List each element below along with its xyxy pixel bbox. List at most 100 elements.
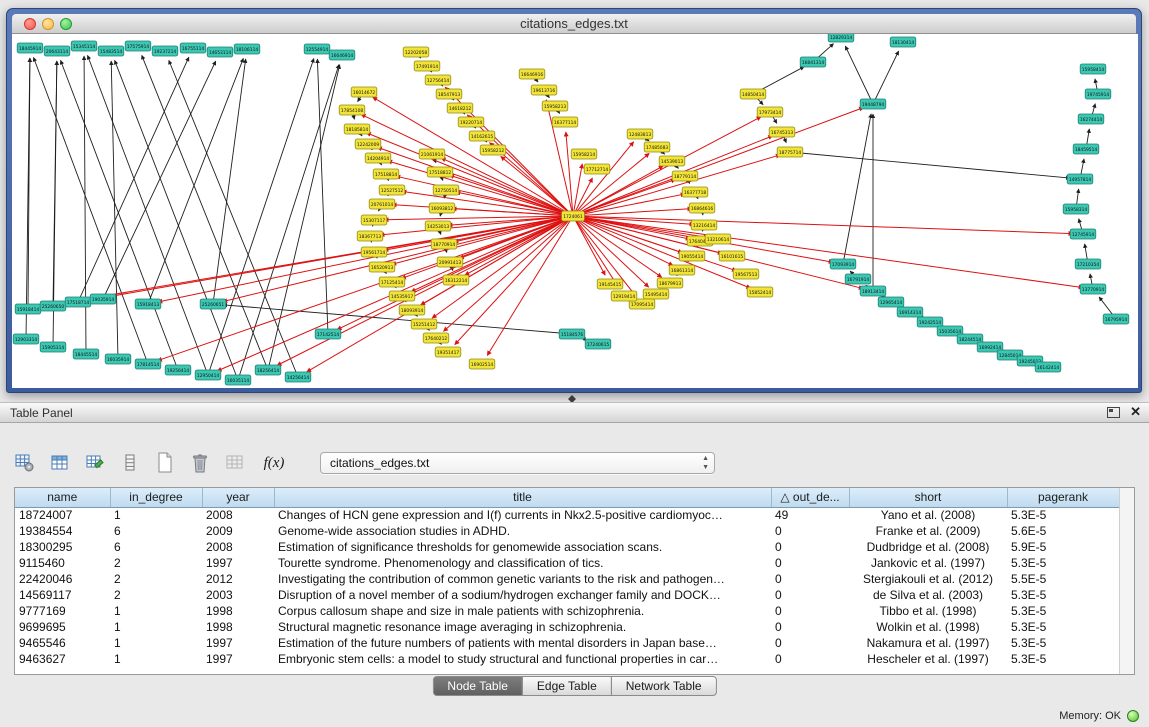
network-node[interactable]: 12750514 [433, 185, 459, 195]
network-node[interactable]: 15958212 [480, 145, 506, 155]
table-row[interactable]: 946554611997Estimation of the future num… [15, 635, 1119, 651]
network-node[interactable]: 16101615 [719, 251, 745, 261]
network-node[interactable]: 15918414 [15, 304, 41, 314]
network-node[interactable]: 18445914 [17, 43, 43, 53]
network-node[interactable]: 14253013 [425, 221, 451, 231]
network-edge[interactable] [88, 55, 208, 375]
network-node[interactable]: 15345114 [71, 41, 97, 51]
network-node[interactable]: 15307117 [361, 215, 387, 225]
network-node[interactable]: 18547913 [436, 89, 462, 99]
network-edge[interactable] [78, 57, 189, 302]
network-node[interactable]: 17485083 [644, 142, 670, 152]
network-node[interactable]: 19035914 [90, 294, 116, 304]
network-edge[interactable] [845, 46, 873, 104]
network-node[interactable]: 12745914 [1070, 229, 1096, 239]
network-node[interactable]: 18185814 [344, 124, 370, 134]
network-node[interactable]: 19220714 [458, 117, 484, 127]
network-node[interactable]: 15958213 [542, 101, 568, 111]
network-node[interactable]: 15251412 [411, 319, 437, 329]
table-edit-icon[interactable] [82, 449, 108, 477]
tab-edge-table[interactable]: Edge Table [522, 676, 612, 696]
network-node[interactable]: 25260650 [40, 301, 66, 311]
network-node[interactable]: 18459514 [1073, 144, 1099, 154]
row-height-icon[interactable] [117, 449, 143, 477]
tab-node-table[interactable]: Node Table [432, 676, 523, 696]
network-node[interactable]: 14850414 [740, 89, 766, 99]
table-row[interactable]: 946362711997Embryonic stem cells: a mode… [15, 651, 1119, 667]
network-node[interactable]: 19256414 [165, 365, 191, 375]
network-node[interactable]: 16902514 [469, 359, 495, 369]
network-edge[interactable] [223, 216, 573, 302]
table-row[interactable]: 1456911722003Disruption of a novel membe… [15, 587, 1119, 603]
network-node[interactable]: 21061914 [419, 149, 445, 159]
network-node[interactable]: 14535917 [389, 291, 415, 301]
network-edge[interactable] [467, 115, 573, 216]
table-row[interactable]: 2242004622012Investigating the contribut… [15, 571, 1119, 587]
network-edge[interactable] [61, 60, 178, 370]
network-node[interactable]: 19055414 [679, 251, 705, 261]
network-edge[interactable] [268, 65, 340, 370]
network-node[interactable]: 19448794 [860, 99, 886, 109]
table-row[interactable]: 1938455462009Genome-wide association stu… [15, 523, 1119, 539]
network-node[interactable]: 16274414 [1078, 114, 1104, 124]
network-node[interactable]: 19567513 [733, 269, 759, 279]
network-node[interactable]: 12965414 [878, 297, 904, 307]
network-node[interactable]: 20643114 [44, 46, 70, 56]
network-node[interactable]: 16520913 [369, 262, 395, 272]
network-node[interactable]: 18130414 [890, 37, 916, 47]
network-node[interactable]: 20761014 [369, 199, 395, 209]
column-header-name[interactable]: name [15, 488, 110, 507]
column-header-short[interactable]: short [849, 488, 1007, 507]
table-columns-icon[interactable] [47, 449, 73, 477]
network-edge[interactable] [317, 59, 328, 334]
network-node[interactable]: 14256414 [285, 372, 311, 382]
network-node[interactable]: 17240615 [585, 339, 611, 349]
network-node[interactable]: 12242009 [355, 139, 381, 149]
table-row[interactable]: 911546021997Tourette syndrome. Phenomeno… [15, 555, 1119, 571]
network-node[interactable]: 15958314 [1063, 204, 1089, 214]
column-header-title[interactable]: title [274, 488, 771, 507]
network-node[interactable]: 17854108 [339, 105, 365, 115]
network-node[interactable]: 19561714 [361, 247, 387, 257]
network-window[interactable]: citations_edges.txt 17240611601467217854… [6, 8, 1142, 393]
network-node[interactable]: 12527512 [379, 185, 405, 195]
column-header-out_degree[interactable]: △ out_de... [771, 488, 849, 507]
network-node[interactable]: 16646916 [519, 69, 545, 79]
network-edge[interactable] [158, 216, 573, 302]
network-node[interactable]: 16646914 [329, 50, 355, 60]
network-edge[interactable] [873, 51, 899, 104]
network-node[interactable]: 15958214 [571, 149, 597, 159]
network-node[interactable]: 16377114 [552, 117, 578, 127]
network-window-titlebar[interactable]: citations_edges.txt [12, 14, 1136, 34]
network-node[interactable]: 16745313 [769, 127, 795, 137]
network-node[interactable]: 19242514 [917, 317, 943, 327]
network-node[interactable]: 17125414 [379, 277, 405, 287]
network-node[interactable]: 15918413 [135, 299, 161, 309]
network-node[interactable]: 12756414 [425, 75, 451, 85]
network-node[interactable]: 14957814 [1067, 174, 1093, 184]
network-node[interactable]: 12903314 [13, 334, 39, 344]
network-node[interactable]: 15495414 [643, 289, 669, 299]
network-node[interactable]: 17575914 [125, 41, 151, 51]
network-node[interactable]: 18093914 [399, 305, 425, 315]
new-document-icon[interactable] [152, 449, 178, 477]
network-node[interactable]: 16791914 [845, 274, 871, 284]
network-node[interactable]: 16841314 [800, 57, 826, 67]
network-node[interactable]: 12554914 [304, 44, 330, 54]
network-node[interactable]: 12829314 [828, 34, 854, 42]
network-node[interactable]: 12919414 [611, 291, 637, 301]
network-edge[interactable] [142, 55, 268, 370]
network-node[interactable]: 14653114 [207, 47, 233, 57]
network-node[interactable]: 19351417 [435, 347, 461, 357]
import-table-icon[interactable] [222, 449, 248, 477]
network-node[interactable]: 16142414 [1035, 362, 1061, 372]
network-node[interactable]: 14618212 [447, 103, 473, 113]
network-node[interactable]: 17142514 [315, 329, 341, 339]
network-edge[interactable] [573, 153, 649, 216]
network-node[interactable]: 16755114 [180, 43, 206, 53]
float-panel-icon[interactable] [1107, 407, 1120, 418]
network-node[interactable]: 19237214 [152, 46, 178, 56]
network-node[interactable]: 19613716 [531, 85, 557, 95]
network-node[interactable]: 15905314 [40, 342, 66, 352]
table-row[interactable]: 969969511998Structural magnetic resonanc… [15, 619, 1119, 635]
